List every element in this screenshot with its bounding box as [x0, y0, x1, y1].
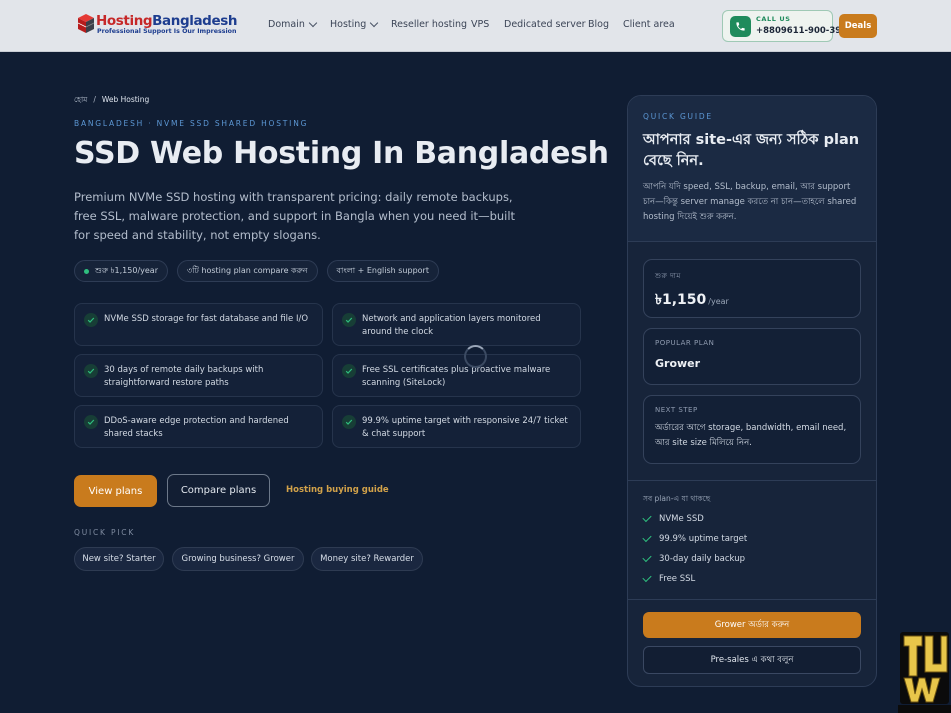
include-item: Free SSL	[642, 572, 696, 584]
quick-pick-label: QUICK PICK	[74, 528, 136, 537]
check-icon	[342, 364, 356, 378]
quick-guide-body: আপনি যদি speed, SSL, backup, email, আর s…	[643, 182, 857, 222]
check-icon	[342, 415, 356, 429]
feature-text: Network and application layers monitored…	[362, 314, 541, 337]
start-price-box: শুরু দাম ৳1,150/year	[643, 259, 861, 318]
status-dot-icon	[84, 268, 89, 274]
site-header: HostingBangladesh Professional Support I…	[0, 0, 951, 52]
feature-text: DDoS-aware edge protection and hardened …	[104, 416, 289, 439]
start-price-unit: /year	[708, 297, 729, 306]
feature-text: Free SSL certificates plus proactive mal…	[362, 365, 551, 388]
next-step-text: অর্ডারের আগে storage, bandwidth, email n…	[655, 423, 847, 448]
logo-name-part1: Hosting	[96, 13, 153, 29]
nav-client-area[interactable]: Client area	[623, 19, 675, 30]
feature-card: DDoS-aware edge protection and hardened …	[74, 405, 323, 448]
nav-domain-label: Domain	[268, 19, 305, 30]
breadcrumb-current: Web Hosting	[101, 95, 150, 104]
hero-pills: শুরু ৳1,150/year ৩টি hosting plan compar…	[74, 260, 439, 282]
include-item: NVMe SSD	[642, 512, 704, 524]
presales-contact-button[interactable]: Pre-sales এ কথা বলুন	[643, 646, 861, 674]
feature-grid: NVMe SSD storage for fast database and f…	[74, 303, 581, 448]
feature-card: NVMe SSD storage for fast database and f…	[74, 303, 323, 346]
watermark-logo	[898, 632, 951, 713]
call-us-button[interactable]: CALL US +8809611-900-390	[722, 10, 847, 42]
quick-guide-label: QUICK GUIDE	[643, 112, 713, 121]
popular-plan-name: Grower	[655, 357, 701, 370]
nav-blog[interactable]: Blog	[588, 19, 609, 30]
price-pill-label: শুরু ৳1,150/year	[95, 265, 158, 275]
check-icon	[642, 532, 652, 543]
breadcrumb-separator: /	[93, 95, 96, 104]
next-step-box: NEXT STEP অর্ডারের আগে storage, bandwidt…	[643, 395, 861, 464]
check-icon	[84, 364, 98, 378]
call-us-number: +8809611-900-390	[756, 26, 848, 36]
site-logo[interactable]: HostingBangladesh Professional Support I…	[77, 12, 237, 38]
loading-spinner-icon	[464, 345, 487, 368]
popular-plan-label: POPULAR PLAN	[655, 339, 715, 347]
feature-text: 30 days of remote daily backups with str…	[104, 365, 264, 388]
include-item: 99.9% uptime target	[642, 532, 748, 544]
server-box-icon	[77, 14, 95, 33]
feature-card: 99.9% uptime target with responsive 24/7…	[332, 405, 581, 448]
call-us-label: CALL US	[756, 15, 791, 23]
include-text: 30-day daily backup	[659, 554, 746, 564]
support-pill: বাংলা + English support	[326, 260, 439, 282]
include-text: Free SSL	[659, 574, 696, 584]
include-text: 99.9% uptime target	[659, 534, 748, 544]
nav-hosting[interactable]: Hosting	[330, 18, 379, 30]
phone-icon	[730, 16, 751, 37]
nav-domain[interactable]: Domain	[268, 18, 318, 30]
check-icon	[642, 552, 652, 563]
chevron-down-icon	[370, 18, 379, 27]
check-icon	[84, 415, 98, 429]
order-grower-button[interactable]: Grower অর্ডার করুন	[643, 612, 861, 638]
card-divider	[628, 480, 876, 481]
card-divider	[628, 599, 876, 600]
include-text: NVMe SSD	[659, 514, 704, 524]
nav-hosting-label: Hosting	[330, 19, 367, 30]
popular-plan-box: POPULAR PLAN Grower	[643, 328, 861, 385]
check-icon	[84, 313, 98, 327]
hero-kicker: BANGLADESH · NVME SSD SHARED HOSTING	[74, 119, 309, 128]
deals-button[interactable]: Deals	[839, 14, 877, 38]
chevron-down-icon	[308, 18, 318, 27]
feature-card: 30 days of remote daily backups with str…	[74, 354, 323, 397]
quick-pick-grower[interactable]: Growing business? Grower	[172, 547, 304, 571]
feature-text: NVMe SSD storage for fast database and f…	[104, 314, 309, 324]
compare-pill: ৩টি hosting plan compare করুন	[177, 260, 318, 282]
quick-guide-card: QUICK GUIDE আপনার site-এর জন্য সঠিক plan…	[627, 95, 877, 687]
quick-guide-heading: আপনার site-এর জন্য সঠিক plan বেছে নিন.	[643, 132, 860, 169]
check-icon	[642, 512, 652, 523]
logo-tagline: Professional Support Is Our Impression	[97, 28, 237, 35]
logo-name-part2: Bangladesh	[152, 13, 238, 29]
feature-card: Free SSL certificates plus proactive mal…	[332, 354, 581, 397]
quick-pick-starter[interactable]: New site? Starter	[74, 547, 164, 571]
feature-card: Network and application layers monitored…	[332, 303, 581, 346]
view-plans-button[interactable]: View plans	[74, 475, 157, 507]
price-pill: শুরু ৳1,150/year	[74, 260, 168, 282]
include-item: 30-day daily backup	[642, 552, 746, 564]
includes-label: সব plan-এ যা থাকছে	[643, 494, 711, 503]
breadcrumb-home[interactable]: হোম	[74, 95, 87, 107]
nav-vps[interactable]: VPS	[471, 19, 489, 30]
quick-pick-rewarder[interactable]: Money site? Rewarder	[311, 547, 423, 571]
compare-plans-button[interactable]: Compare plans	[167, 474, 270, 507]
page-title: SSD Web Hosting In Bangladesh	[74, 136, 609, 171]
start-price-label: শুরু দাম	[655, 272, 681, 280]
hero-lead: Premium NVMe SSD hosting with transparen…	[74, 190, 516, 242]
nav-reseller-hosting[interactable]: Reseller hosting	[391, 19, 467, 30]
breadcrumb: হোম / Web Hosting	[74, 95, 149, 107]
quick-guide-header: QUICK GUIDE আপনার site-এর জন্য সঠিক plan…	[628, 96, 876, 242]
check-icon	[342, 313, 356, 327]
hosting-buying-guide-link[interactable]: Hosting buying guide	[286, 485, 389, 495]
nav-dedicated-server[interactable]: Dedicated server	[504, 19, 586, 30]
check-icon	[642, 572, 652, 583]
next-step-label: NEXT STEP	[655, 406, 698, 414]
start-price-value: ৳1,150	[655, 292, 707, 308]
feature-text: 99.9% uptime target with responsive 24/7…	[362, 416, 568, 439]
